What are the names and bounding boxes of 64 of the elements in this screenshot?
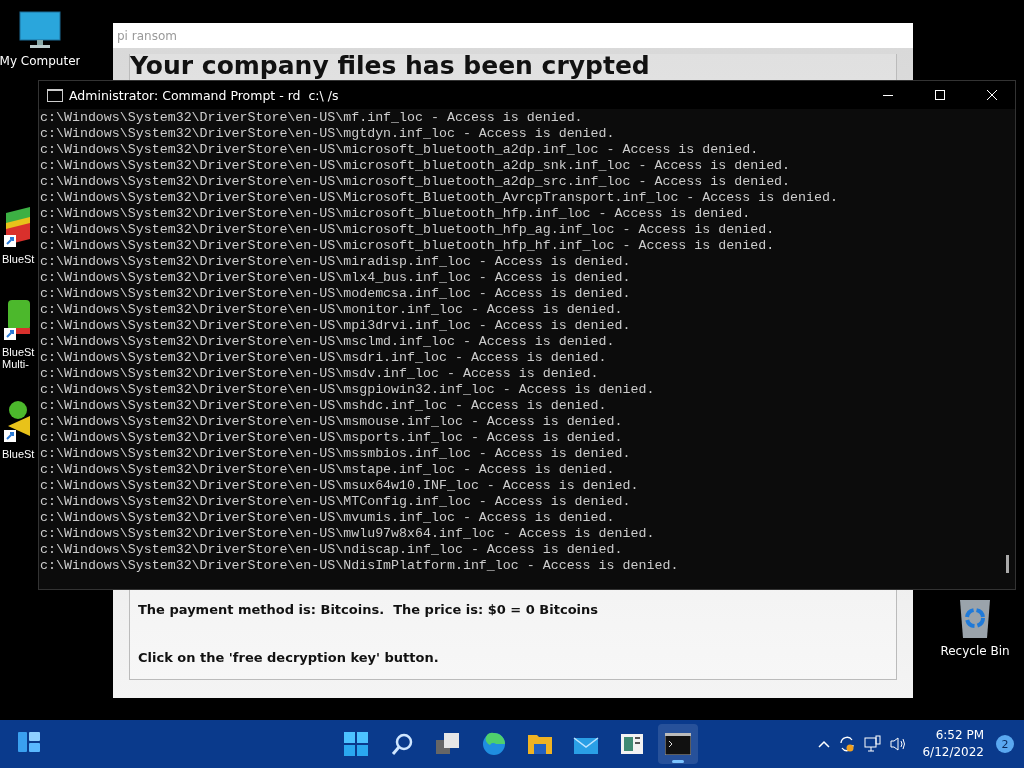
network-icon[interactable] [864,735,883,753]
console-line: c:\Windows\System32\DriverStore\en-US\mf.inf_loc - Access is denied. [40,110,584,126]
minimize-icon [883,94,893,96]
console-line: c:\Windows\System32\DriverStore\en-US\mwlu97w8x64.inf_loc - Access is denied. [40,526,656,542]
window-title: Administrator: Command Prompt - rd c:\ /s [69,87,340,103]
console-line: c:\Windows\System32\DriverStore\en-US\microsoft_bluetooth_a2dp.inf_loc - Access is denied. [40,142,760,158]
console-line: c:\Windows\System32\DriverStore\en-US\mlx4_bus.inf_loc - Access is denied. [40,270,632,286]
console-line: c:\Windows\System32\DriverStore\en-US\mgtdyn.inf_loc - Access is denied. [40,126,616,142]
stacked-layers-icon [2,298,30,342]
sync-icon[interactable] [838,735,857,753]
time-text: 6:52 PM [935,727,984,744]
payment-text: The payment method is: Bitcoins. The price is: $0 = 0 Bitcoins [138,602,599,617]
console-line: c:\Windows\System32\DriverStore\en-US\microsoft_bluetooth_a2dp_src.inf_loc - Access is denied. [40,174,792,190]
monitor-icon [18,10,62,50]
browser-icon [482,732,506,756]
console-line: c:\Windows\System32\DriverStore\en-US\mstape.inf_loc - Access is denied. [40,462,616,478]
console-line: c:\Windows\System32\DriverStore\en-US\microsoft_bluetooth_hfp.inf_loc - Access is denied. [40,206,752,222]
document-icon [620,732,644,756]
date-text: 6/12/2022 [922,744,984,761]
console-line: c:\Windows\System32\DriverStore\en-US\MTConfig.inf_loc - Access is denied. [40,494,632,510]
console-line: c:\Windows\System32\DriverStore\en-US\miradisp.inf_loc - Access is denied. [40,254,632,270]
console-line: c:\Windows\System32\DriverStore\en-US\mvumis.inf_loc - Access is denied. [40,510,616,526]
console-line: c:\Windows\System32\DriverStore\en-US\microsoft_bluetooth_hfp_hf.inf_loc - Access is denied. [40,238,776,254]
window-title: pi ransom [117,28,177,43]
console-line: c:\Windows\System32\DriverStore\en-US\mssmbios.inf_loc - Access is denied. [40,446,632,462]
console-line: c:\Windows\System32\DriverStore\en-US\monitor.inf_loc - Access is denied. [40,302,624,318]
console-line: c:\Windows\System32\DriverStore\en-US\msdri.inf_loc - Access is denied. [40,350,608,366]
console-line: c:\Windows\System32\DriverStore\en-US\msmouse.inf_loc - Access is denied. [40,414,624,430]
search-icon [390,732,414,756]
console-icon [47,88,63,102]
maximize-icon [935,90,945,100]
console-line: c:\Windows\System32\DriverStore\en-US\microsoft_bluetooth_hfp_ag.inf_loc - Access is denied. [40,222,776,238]
console-line: c:\Windows\System32\DriverStore\en-US\msux64w10.INF_loc - Access is denied. [40,478,640,494]
heading: Your company files has been crypted [130,52,650,80]
task-view-icon [436,732,460,756]
close-icon [987,90,997,100]
start-icon [344,732,368,756]
folder-icon [527,732,553,756]
icon-label[interactable]: BlueSt Multi- [2,346,35,370]
console-line: c:\Windows\System32\DriverStore\en-US\msports.inf_loc - Access is denied. [40,430,624,446]
console-line: c:\Windows\System32\DriverStore\en-US\Microsoft_Bluetooth_AvrcpTransport.inf_loc - Access is denied. [40,190,839,206]
console-line: c:\Windows\System32\DriverStore\en-US\msgpiowin32.inf_loc - Access is denied. [40,382,656,398]
icon-label[interactable]: Recycle Bin [940,644,1010,659]
console-line: c:\Windows\System32\DriverStore\en-US\ndiscap.inf_loc - Access is denied. [40,542,624,558]
stacked-layers-icon [2,205,30,249]
clock[interactable]: 6:52 PM 6/12/2022 [922,727,984,761]
console-line: c:\Windows\System32\DriverStore\en-US\NdisImPlatform.inf_loc - Access is denied. [40,558,680,574]
terminal-icon [665,733,691,755]
taskbar-app[interactable] [658,724,698,764]
shapes-icon [2,400,30,444]
console-line: c:\Windows\System32\DriverStore\en-US\modemcsa.inf_loc - Access is denied. [40,286,632,302]
chevron-up-icon[interactable] [818,740,831,748]
console-line: c:\Windows\System32\DriverStore\en-US\msclmd.inf_loc - Access is denied. [40,334,616,350]
console-line: c:\Windows\System32\DriverStore\en-US\microsoft_bluetooth_a2dp_snk.inf_loc - Access is denied. [40,158,792,174]
scrollbar-thumb[interactable] [1006,555,1009,573]
console-line: c:\Windows\System32\DriverStore\en-US\mpi3drvi.inf_loc - Access is denied. [40,318,632,334]
notification-badge[interactable]: 2 [996,735,1014,753]
widgets-icon [18,732,40,752]
icon-label[interactable]: BlueSt [2,448,35,460]
console-line: c:\Windows\System32\DriverStore\en-US\mshdc.inf_loc - Access is denied. [40,398,608,414]
instruction-text: Click on the 'free decryption key' button. [138,650,439,665]
console-line: c:\Windows\System32\DriverStore\en-US\msdv.inf_loc - Access is denied. [40,366,600,382]
icon-label[interactable]: My Computer [0,54,80,69]
icon-label[interactable]: BlueSt [2,253,35,265]
